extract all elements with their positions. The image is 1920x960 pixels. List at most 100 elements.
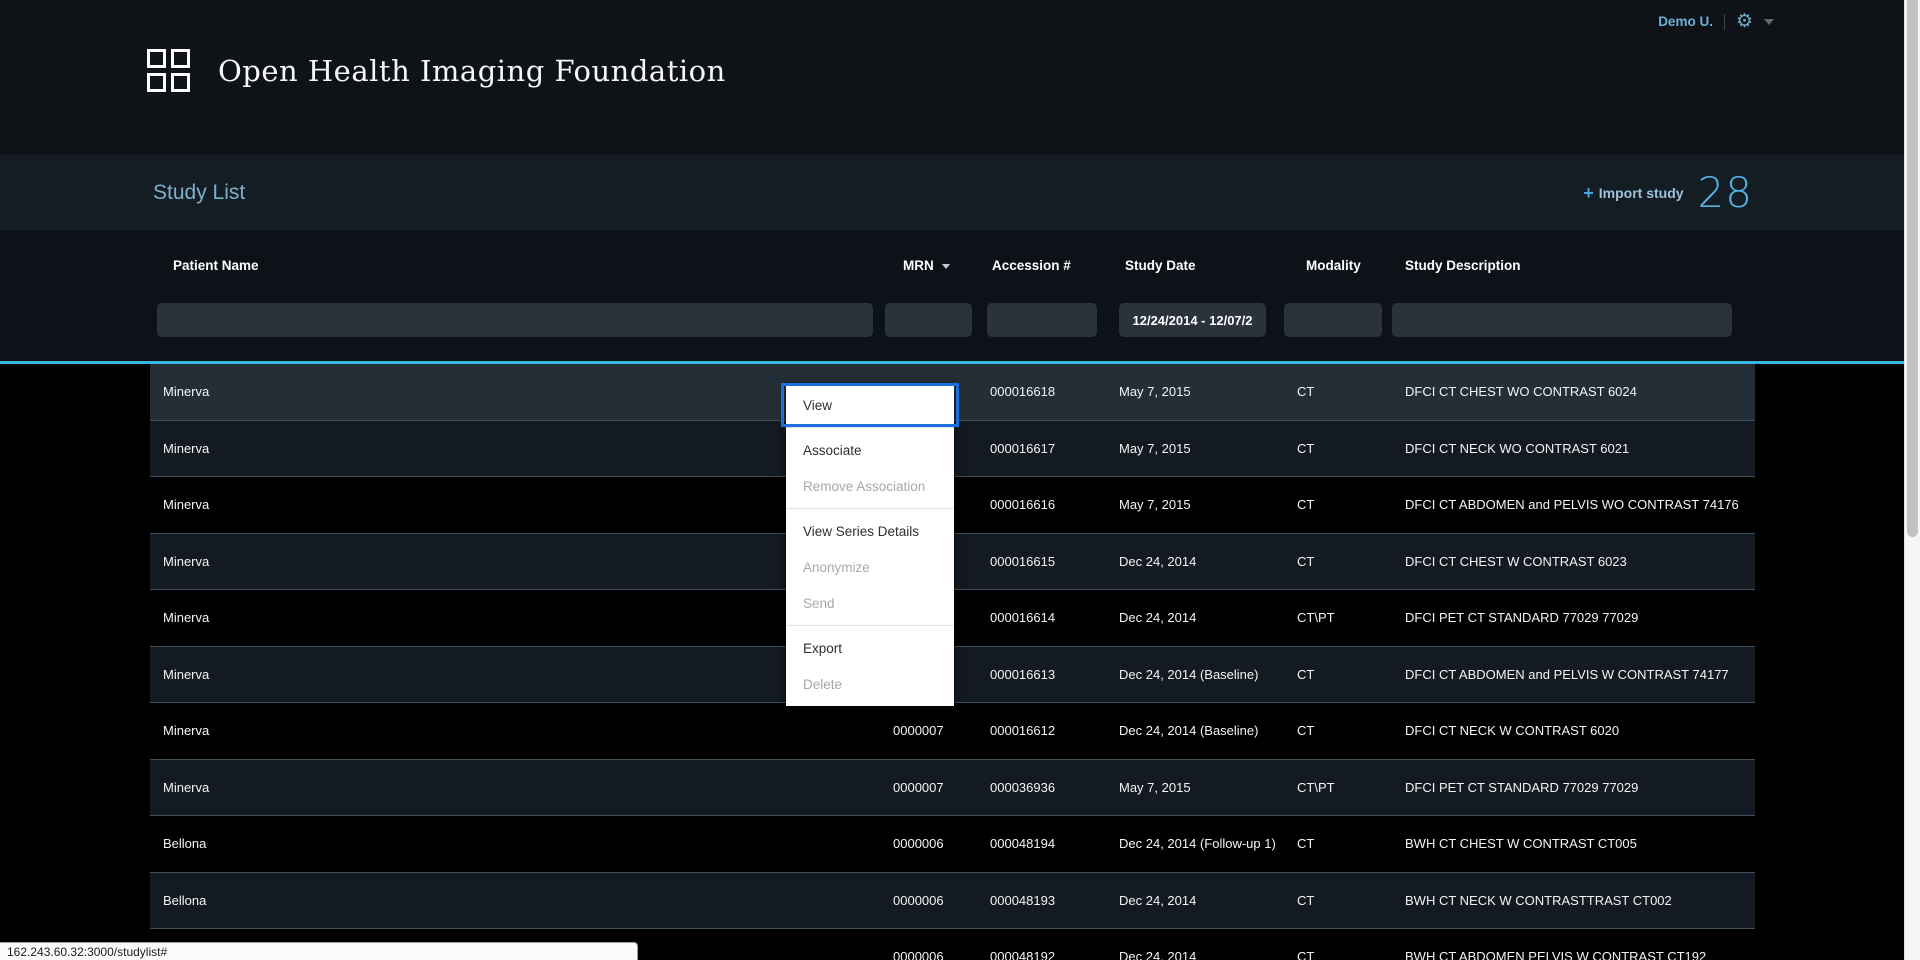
logo-square bbox=[171, 49, 190, 68]
table-row[interactable]: Bellona 0000006 000048194 Dec 24, 2014 (… bbox=[0, 816, 1904, 873]
mrn-filter-input[interactable] bbox=[885, 303, 972, 337]
user-area: Demo U. ⚙ bbox=[1658, 12, 1774, 31]
cell-study-date: Dec 24, 2014 bbox=[1119, 554, 1283, 569]
study-description-filter-input[interactable] bbox=[1392, 303, 1732, 337]
cell-study-description: DFCI PET CT STANDARD 77029 77029 bbox=[1391, 610, 1755, 625]
cell-study-description: DFCI CT ABDOMEN and PELVIS WO CONTRAST 7… bbox=[1391, 497, 1755, 512]
cell-accession: 000016613 bbox=[987, 667, 1119, 682]
home-link[interactable]: Open Health Imaging Foundation bbox=[147, 49, 726, 92]
page-content: Open Health Imaging Foundation Demo U. ⚙… bbox=[0, 0, 1904, 960]
cell-modality: CT bbox=[1283, 554, 1391, 569]
menu-item-associate[interactable]: Associate bbox=[786, 432, 954, 468]
plus-icon: + bbox=[1583, 184, 1594, 202]
studylist-bar: Study List + Import study 28 bbox=[0, 155, 1904, 230]
cell-mrn: 0000006 bbox=[885, 949, 987, 960]
table-row[interactable]: Minerva 0000007 000016612 Dec 24, 2014 (… bbox=[0, 703, 1904, 760]
menu-item-delete: Delete bbox=[786, 666, 954, 702]
cell-patient-name: Minerva bbox=[150, 610, 885, 625]
chevron-down-icon[interactable] bbox=[1764, 19, 1774, 25]
cell-patient-name: Bellona bbox=[150, 836, 885, 851]
cell-modality: CT bbox=[1283, 441, 1391, 456]
cell-modality: CT bbox=[1283, 667, 1391, 682]
cell-study-description: DFCI CT CHEST WO CONTRAST 6024 bbox=[1391, 384, 1755, 399]
gear-icon[interactable]: ⚙ bbox=[1736, 12, 1753, 31]
browser-status-bar: 162.243.60.32:3000/studylist# bbox=[0, 942, 638, 960]
column-header-study-description: Study Description bbox=[1391, 240, 1755, 290]
app-window: Open Health Imaging Foundation Demo U. ⚙… bbox=[0, 0, 1920, 960]
cell-study-description: BWH CT ABDOMEN PELVIS W CONTRAST CT192 bbox=[1391, 949, 1755, 960]
menu-item-export[interactable]: Export bbox=[786, 630, 954, 666]
cell-modality: CT bbox=[1283, 949, 1391, 960]
cell-patient-name: Minerva bbox=[150, 780, 885, 795]
user-menu-button[interactable]: Demo U. bbox=[1658, 14, 1713, 29]
cell-patient-name: Minerva bbox=[150, 554, 885, 569]
cell-study-date: May 7, 2015 bbox=[1119, 497, 1283, 512]
menu-item-view-series-details[interactable]: View Series Details bbox=[786, 513, 954, 549]
cell-patient-name: Minerva bbox=[150, 497, 885, 512]
cell-study-date: Dec 24, 2014 (Baseline) bbox=[1119, 723, 1283, 738]
cell-patient-name: Minerva bbox=[150, 723, 885, 738]
cell-study-description: BWH CT CHEST W CONTRAST CT005 bbox=[1391, 836, 1755, 851]
menu-item-remove-association: Remove Association bbox=[786, 468, 954, 504]
table-row[interactable]: Minerva 0000007 000036936 May 7, 2015 CT… bbox=[0, 760, 1904, 817]
column-header-mrn[interactable]: MRN bbox=[885, 240, 987, 290]
cell-accession: 000048194 bbox=[987, 836, 1119, 851]
cell-study-description: DFCI CT NECK WO CONTRAST 6021 bbox=[1391, 441, 1755, 456]
cell-study-date: Dec 24, 2014 bbox=[1119, 949, 1283, 960]
import-study-button[interactable]: + Import study bbox=[1583, 184, 1683, 202]
cell-study-description: DFCI CT CHEST W CONTRAST 6023 bbox=[1391, 554, 1755, 569]
cell-study-date: Dec 24, 2014 bbox=[1119, 610, 1283, 625]
cell-accession: 000048192 bbox=[987, 949, 1119, 960]
column-header-patient-name: Patient Name bbox=[150, 240, 885, 290]
cell-modality: CT bbox=[1283, 893, 1391, 908]
cell-accession: 000016616 bbox=[987, 497, 1119, 512]
page-title: Study List bbox=[153, 181, 245, 205]
patient-name-filter-input[interactable] bbox=[157, 303, 873, 337]
cell-accession: 000048193 bbox=[987, 893, 1119, 908]
menu-separator bbox=[786, 625, 954, 626]
ohif-logo-icon bbox=[147, 49, 190, 92]
cell-mrn: 0000006 bbox=[885, 893, 987, 908]
column-header-study-date: Study Date bbox=[1119, 240, 1283, 290]
menu-item-anonymize: Anonymize bbox=[786, 549, 954, 585]
cell-patient-name: Minerva bbox=[150, 667, 885, 682]
cell-study-date: May 7, 2015 bbox=[1119, 384, 1283, 399]
cell-accession: 000036936 bbox=[987, 780, 1119, 795]
menu-separator bbox=[786, 427, 954, 428]
cell-modality: CT\PT bbox=[1283, 780, 1391, 795]
logo-square bbox=[147, 73, 166, 92]
cell-modality: CT bbox=[1283, 384, 1391, 399]
cell-mrn: 0000007 bbox=[885, 723, 987, 738]
app-header: Open Health Imaging Foundation Demo U. ⚙ bbox=[0, 0, 1904, 155]
divider bbox=[1724, 14, 1725, 30]
accession-filter-input[interactable] bbox=[987, 303, 1097, 337]
cell-study-date: Dec 24, 2014 (Baseline) bbox=[1119, 667, 1283, 682]
menu-item-view[interactable]: View bbox=[786, 387, 954, 423]
table-row[interactable]: Bellona 0000006 000048193 Dec 24, 2014 C… bbox=[0, 873, 1904, 930]
cell-study-date: May 7, 2015 bbox=[1119, 780, 1283, 795]
cell-accession: 000016615 bbox=[987, 554, 1119, 569]
cell-mrn: 0000007 bbox=[885, 780, 987, 795]
import-study-label: Import study bbox=[1599, 185, 1684, 201]
study-date-filter-input[interactable] bbox=[1119, 303, 1266, 337]
cell-study-description: BWH CT NECK W CONTRASTTRAST CT002 bbox=[1391, 893, 1755, 908]
table-header-row: Patient Name MRN Accession # Study Date … bbox=[150, 240, 1755, 290]
cell-modality: CT bbox=[1283, 497, 1391, 512]
selected-row-highlight-border bbox=[0, 361, 1904, 364]
cell-modality: CT bbox=[1283, 723, 1391, 738]
menu-item-send: Send bbox=[786, 585, 954, 621]
cell-study-date: Dec 24, 2014 (Follow-up 1) bbox=[1119, 836, 1283, 851]
table-header-band: Patient Name MRN Accession # Study Date … bbox=[0, 230, 1904, 364]
study-context-menu: View AssociateRemove Association View Seri… bbox=[786, 383, 954, 706]
logo-square bbox=[171, 73, 190, 92]
scrollbar-thumb[interactable] bbox=[1907, 0, 1918, 537]
status-url: 162.243.60.32:3000/studylist# bbox=[7, 945, 167, 959]
cell-mrn: 0000006 bbox=[885, 836, 987, 851]
cell-accession: 000016617 bbox=[987, 441, 1119, 456]
column-header-accession: Accession # bbox=[987, 240, 1119, 290]
cell-study-date: May 7, 2015 bbox=[1119, 441, 1283, 456]
filter-row bbox=[150, 303, 1755, 337]
scrollbar-track[interactable] bbox=[1904, 0, 1920, 960]
cell-study-date: Dec 24, 2014 bbox=[1119, 893, 1283, 908]
modality-filter-input[interactable] bbox=[1284, 303, 1382, 337]
